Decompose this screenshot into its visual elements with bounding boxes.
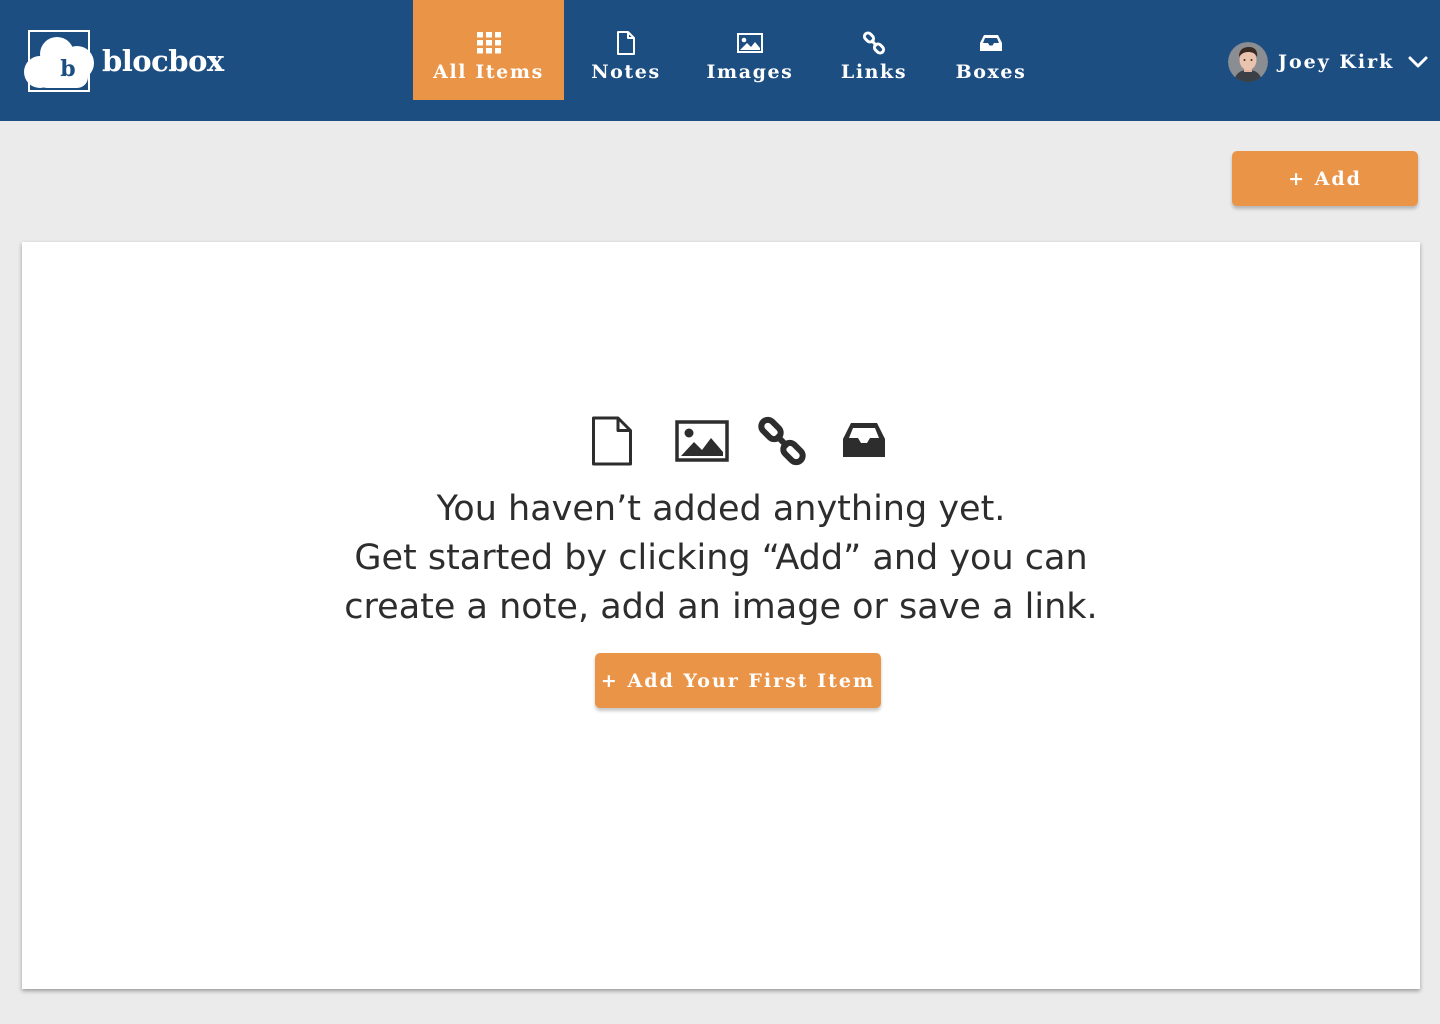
nav-label: Boxes [955,61,1027,83]
nav-tab-images[interactable]: Images [688,0,812,100]
main-nav: All Items Notes Images Links Boxes [413,0,1046,100]
file-icon [616,31,636,55]
inbox-icon [979,31,1003,55]
top-navigation-bar: b blocbox All Items Notes Images Links B… [0,0,1440,121]
avatar [1228,42,1268,82]
add-first-item-button[interactable]: + Add Your First Item [595,653,881,708]
app-name: blocbox [102,44,224,78]
empty-state-line: Get started by clicking “Add” and you ca… [354,538,1088,578]
nav-tab-all-items[interactable]: All Items [413,0,564,100]
app-logo[interactable]: b blocbox [22,30,224,92]
user-name: Joey Kirk [1278,51,1395,73]
empty-state-line: create a note, add an image or save a li… [344,587,1098,627]
nav-label: Links [840,61,908,83]
nav-tab-notes[interactable]: Notes [564,0,688,100]
chevron-down-icon [1408,56,1428,68]
image-icon [675,420,729,462]
svg-text:b: b [60,56,75,82]
empty-state-message: You haven’t added anything yet. Get star… [22,485,1420,632]
add-button[interactable]: + Add [1232,151,1418,206]
cloud-logo-icon: b [24,30,94,92]
nav-tab-links[interactable]: Links [812,0,936,100]
grid-icon [476,31,501,55]
inbox-icon [843,423,885,457]
link-icon [758,416,806,466]
link-icon [862,31,886,55]
empty-state-line: You haven’t added anything yet. [436,489,1006,529]
image-icon [737,31,763,55]
nav-label: Notes [591,61,661,83]
file-icon [592,416,632,466]
nav-tab-boxes[interactable]: Boxes [936,0,1046,100]
nav-label: Images [706,61,794,83]
nav-label: All Items [433,61,544,83]
user-menu[interactable]: Joey Kirk [1228,42,1428,82]
content-panel: You haven’t added anything yet. Get star… [22,242,1420,989]
empty-state-icons [22,416,1420,466]
